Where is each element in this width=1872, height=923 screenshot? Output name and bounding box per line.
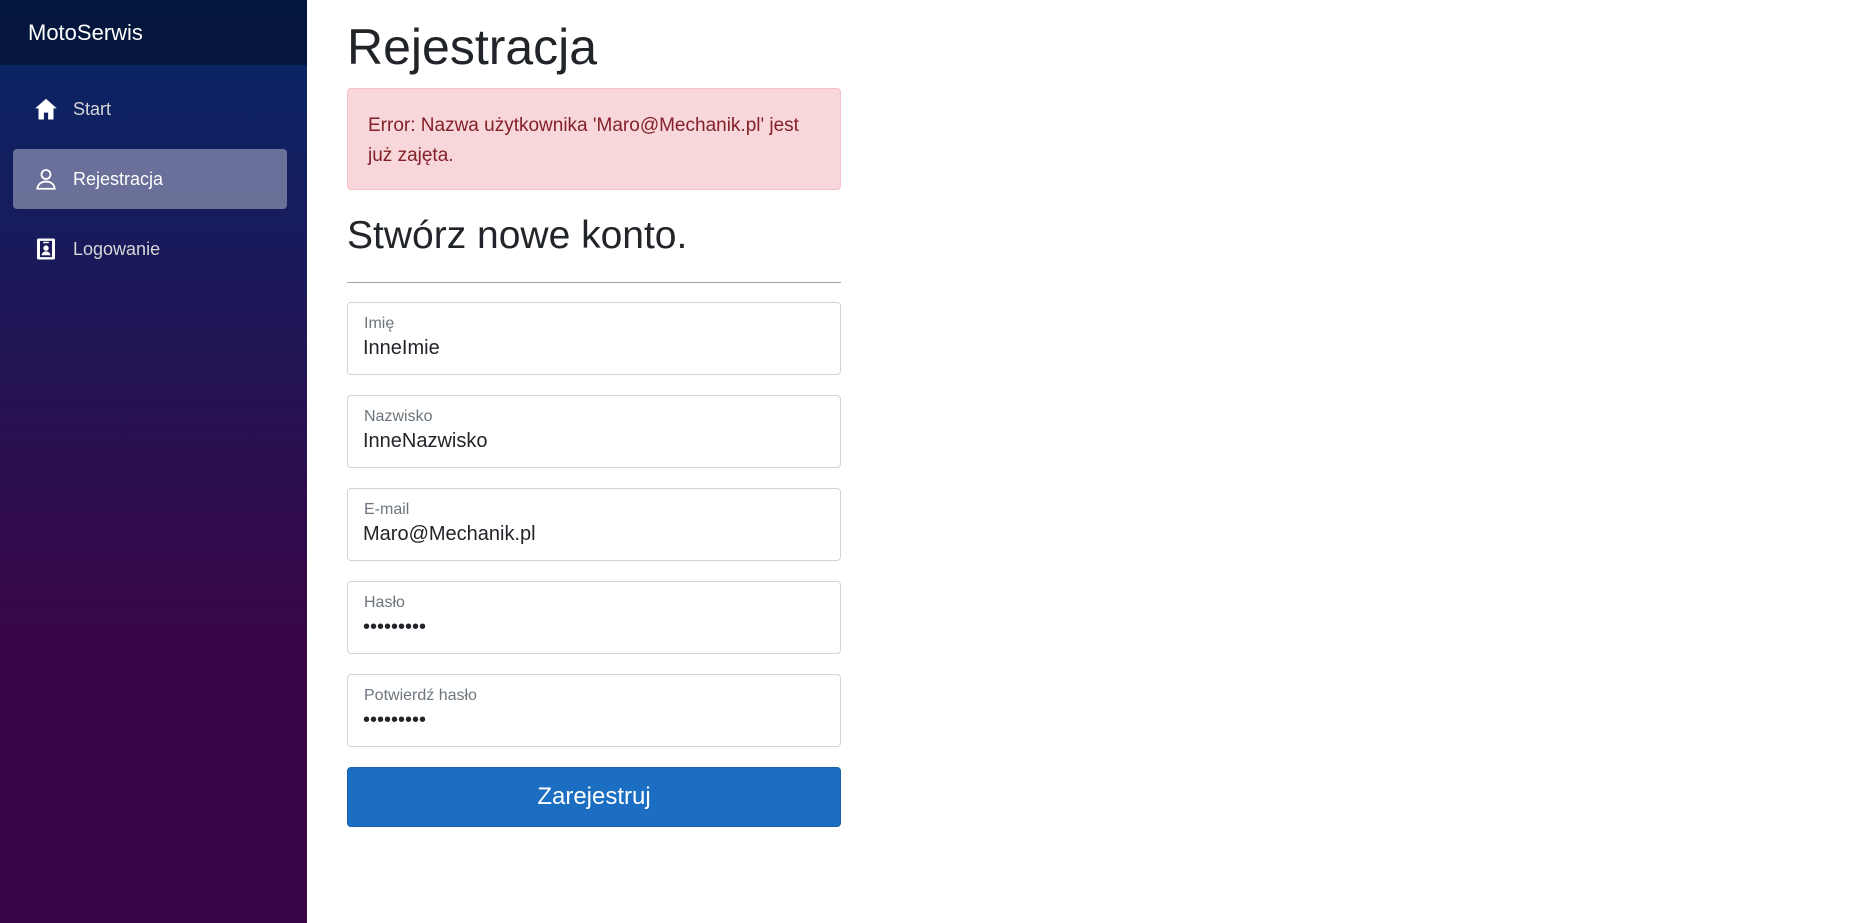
email-field: E-mail xyxy=(347,488,841,561)
error-alert: Error: Nazwa użytkownika 'Maro@Mechanik.… xyxy=(347,88,841,190)
confirm-password-input[interactable] xyxy=(363,709,823,732)
sidebar-nav: Start Rejestracja Logowanie xyxy=(0,65,307,279)
email-input[interactable] xyxy=(363,523,823,546)
brand-link[interactable]: MotoSerwis xyxy=(28,20,143,46)
register-button[interactable]: Zarejestruj xyxy=(347,767,841,827)
form-subtitle: Stwórz nowe konto. xyxy=(347,214,688,257)
sidebar-item-label: Logowanie xyxy=(73,238,161,259)
email-label: E-mail xyxy=(364,501,410,518)
home-icon xyxy=(33,96,59,122)
last-name-input[interactable] xyxy=(363,430,823,453)
sidebar-item-label: Start xyxy=(73,98,112,119)
sidebar-item-rejestracja[interactable]: Rejestracja xyxy=(13,149,287,209)
password-field: Hasło xyxy=(347,581,841,654)
password-input[interactable] xyxy=(363,616,823,639)
divider xyxy=(347,282,841,283)
first-name-field: Imię xyxy=(347,302,841,375)
main-content: Rejestracja Error: Nazwa użytkownika 'Ma… xyxy=(347,0,841,827)
password-label: Hasło xyxy=(364,594,405,611)
last-name-label: Nazwisko xyxy=(364,408,433,425)
page-title: Rejestracja xyxy=(347,19,598,75)
brand-bar: MotoSerwis xyxy=(0,0,307,65)
confirm-password-field: Potwierdź hasło xyxy=(347,674,841,747)
person-icon xyxy=(33,166,59,192)
confirm-password-label: Potwierdź hasło xyxy=(364,687,477,704)
sidebar-item-logowanie[interactable]: Logowanie xyxy=(13,219,287,279)
first-name-input[interactable] xyxy=(363,337,823,360)
first-name-label: Imię xyxy=(364,315,395,332)
last-name-field: Nazwisko xyxy=(347,395,841,468)
badge-icon xyxy=(33,236,59,262)
sidebar-item-start[interactable]: Start xyxy=(13,79,287,139)
registration-form: Imię Nazwisko E-mail Hasło Potwierdź has… xyxy=(347,302,841,827)
sidebar: MotoSerwis Start Rejestracja Logowanie xyxy=(0,0,307,923)
sidebar-item-label: Rejestracja xyxy=(73,168,164,189)
